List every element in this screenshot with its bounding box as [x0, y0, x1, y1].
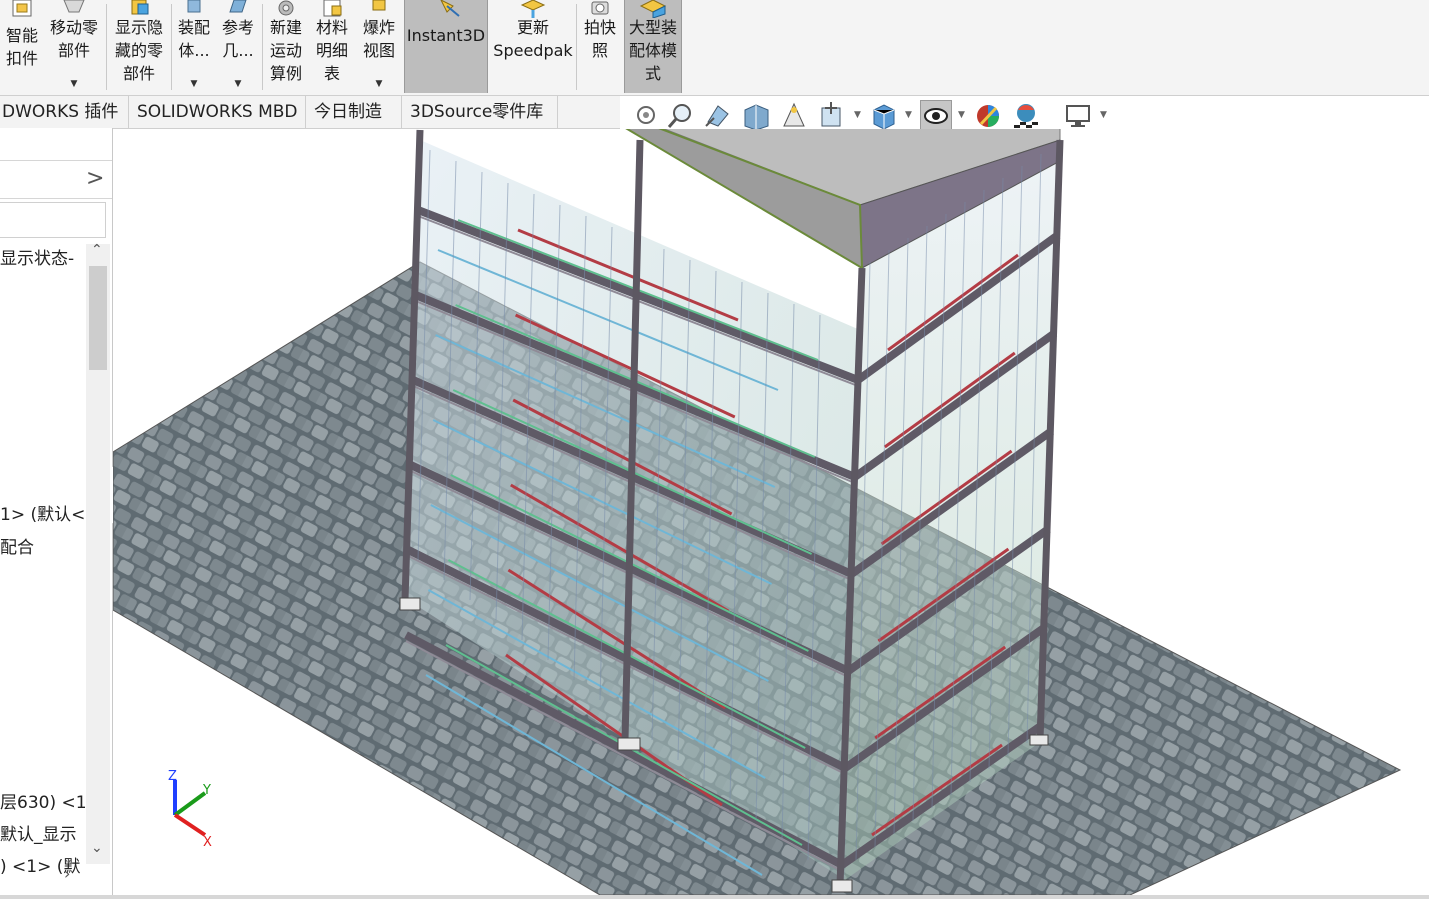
triad-z-label: Z: [168, 769, 177, 784]
assembly-features-icon: [174, 0, 214, 16]
exploded-view-icon: [356, 0, 402, 16]
chevron-down-icon[interactable]: ▼: [958, 110, 965, 120]
large-assembly-mode-button[interactable]: 大型装 配体模 式: [624, 0, 682, 93]
chevron-down-icon[interactable]: ▼: [1100, 110, 1107, 120]
triad-y-label: Y: [202, 783, 211, 798]
tree-item-component[interactable]: ) <1> (默: [0, 852, 84, 877]
edit-appearance-icon[interactable]: [972, 100, 1004, 132]
assembly-model-view: Z Y X: [113, 129, 1402, 895]
new-motion-study-icon: [264, 0, 308, 16]
command-manager-ribbon: 智能 扣件 移动零 部件 ▼ 显示隐 藏的零 部件 装配 体... ▼ 参考 几…: [0, 0, 1429, 96]
update-speedpak-button[interactable]: 更新 Speedpak: [492, 0, 574, 93]
tree-item-display-state[interactable]: 显示状态-: [0, 244, 84, 269]
bill-of-materials-button[interactable]: 材料 明细 表: [310, 0, 354, 93]
reference-geometry-button[interactable]: 参考 几... ▼: [216, 0, 260, 93]
chevron-down-icon[interactable]: ▼: [376, 79, 383, 89]
graphics-area[interactable]: Z Y X: [113, 129, 1429, 895]
status-strip: [0, 895, 1429, 899]
apply-scene-icon[interactable]: [1010, 100, 1042, 132]
zoom-to-area-icon[interactable]: [664, 100, 696, 132]
instant3d-button[interactable]: Instant3D: [404, 0, 488, 93]
scrollbar-thumb[interactable]: [89, 266, 107, 370]
chevron-right-icon[interactable]: >: [86, 166, 104, 191]
chevron-down-icon[interactable]: ▼: [71, 79, 78, 89]
scroll-up-icon[interactable]: ⌃: [91, 242, 103, 258]
assembly-features-button[interactable]: 装配 体... ▼: [174, 0, 214, 93]
reference-geometry-icon: [216, 0, 260, 16]
snapshot-button[interactable]: 拍快 照: [578, 0, 622, 93]
scroll-down-icon[interactable]: ⌄: [91, 840, 103, 856]
new-motion-study-button[interactable]: 新建 运动 算例: [264, 0, 308, 93]
tab-solidworks-mbd[interactable]: SOLIDWORKS MBD: [129, 96, 306, 128]
tree-item-component[interactable]: 1> (默认<: [0, 500, 84, 525]
section-view-icon[interactable]: [740, 100, 772, 132]
smart-fasteners-button[interactable]: 智能 扣件: [0, 0, 44, 93]
previous-view-icon[interactable]: [702, 100, 734, 132]
command-manager-tabs: DWORKS 插件 SOLIDWORKS MBD 今日制造 3DSource零件…: [0, 96, 620, 129]
large-assembly-mode-icon: [625, 0, 681, 18]
exploded-view-button[interactable]: 爆炸 视图 ▼: [356, 0, 402, 93]
zoom-to-fit-icon[interactable]: [630, 100, 662, 132]
update-speedpak-icon: [492, 0, 574, 18]
show-hidden-components-button[interactable]: 显示隐 藏的零 部件: [110, 0, 168, 93]
chevron-down-icon[interactable]: ▼: [854, 110, 861, 120]
coordinate-triad: Z Y X: [168, 769, 212, 850]
feature-manager-panel: > 显示状态- 1> (默认< 配合 层630) <1 默认_显示 ) <1> …: [0, 128, 113, 899]
tab-addins[interactable]: DWORKS 插件: [0, 96, 129, 128]
display-style-icon[interactable]: [868, 100, 900, 132]
tree-item-component[interactable]: 层630) <1: [0, 788, 88, 813]
filter-input[interactable]: [0, 202, 106, 238]
instant3d-icon: [405, 0, 487, 17]
hide-show-items-icon[interactable]: [920, 100, 952, 132]
view-orientation-icon[interactable]: [816, 100, 848, 132]
scroll-right-icon[interactable]: ›: [64, 864, 70, 883]
show-hidden-components-icon: [110, 0, 168, 16]
chevron-down-icon[interactable]: ▼: [905, 110, 912, 120]
tab-3dsource[interactable]: 3DSource零件库: [402, 96, 558, 128]
tree-item-mates[interactable]: 配合: [0, 533, 84, 558]
tree-item-component[interactable]: 默认_显示: [0, 820, 84, 845]
triad-x-label: X: [203, 835, 212, 850]
vertical-scrollbar[interactable]: ⌃ ⌄: [86, 242, 110, 864]
move-component-icon: [46, 0, 102, 16]
move-component-button[interactable]: 移动零 部件 ▼: [46, 0, 102, 93]
chevron-down-icon[interactable]: ▼: [191, 79, 198, 89]
smart-fasteners-icon: [0, 0, 44, 17]
tab-today-manufacturing[interactable]: 今日制造: [306, 96, 402, 128]
dynamic-annotation-icon[interactable]: [778, 100, 810, 132]
view-settings-icon[interactable]: [1062, 100, 1094, 132]
bill-of-materials-icon: [310, 0, 354, 17]
snapshot-icon: [578, 0, 622, 16]
chevron-down-icon[interactable]: ▼: [235, 79, 242, 89]
